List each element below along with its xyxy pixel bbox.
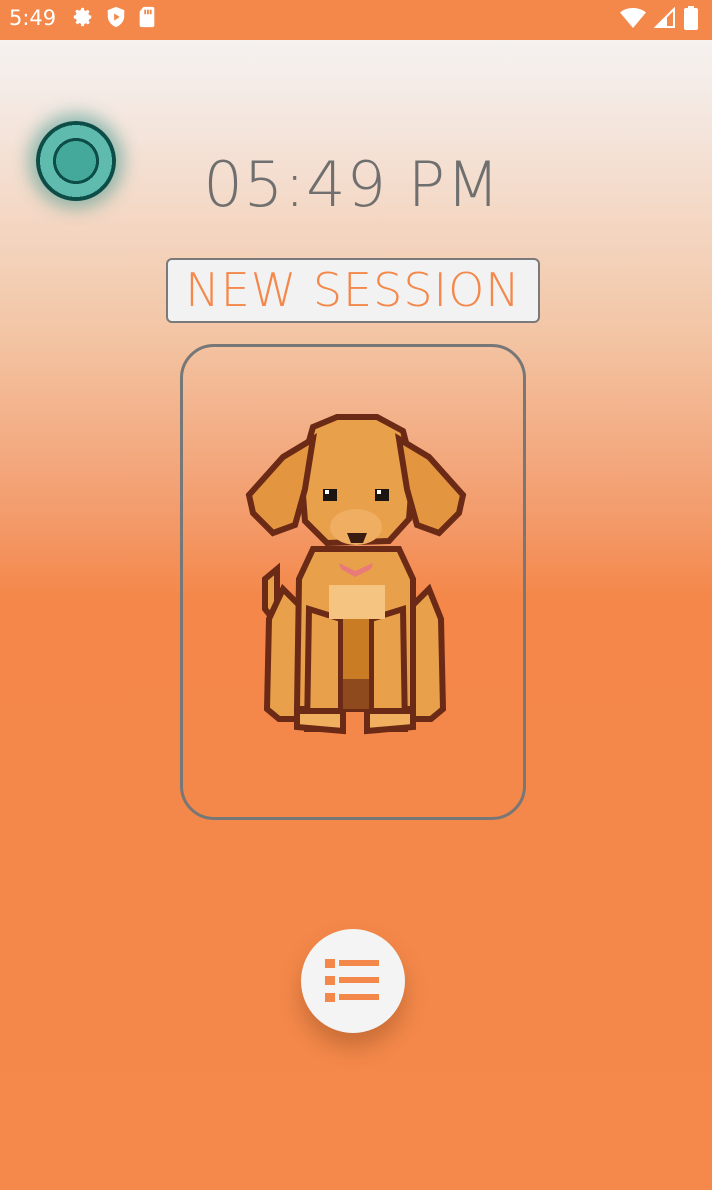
battery-icon [684,6,698,30]
list-icon [325,959,379,1002]
signal-icon [654,7,675,28]
status-icons-left [72,6,156,28]
gear-icon [73,7,92,27]
status-time: 5:49 [9,6,57,30]
sd-card-icon [139,6,155,28]
status-icons-right [620,6,698,30]
wifi-icon [620,8,646,28]
pixel-dog-image [245,414,467,735]
new-session-button[interactable]: NEW SESSION [166,258,540,323]
status-bar: 5:49 [0,0,712,40]
menu-fab-button[interactable] [301,929,405,1033]
pet-frame [180,344,526,820]
shield-play-icon [107,6,125,28]
clock-display: 05:49 PM [203,148,501,221]
